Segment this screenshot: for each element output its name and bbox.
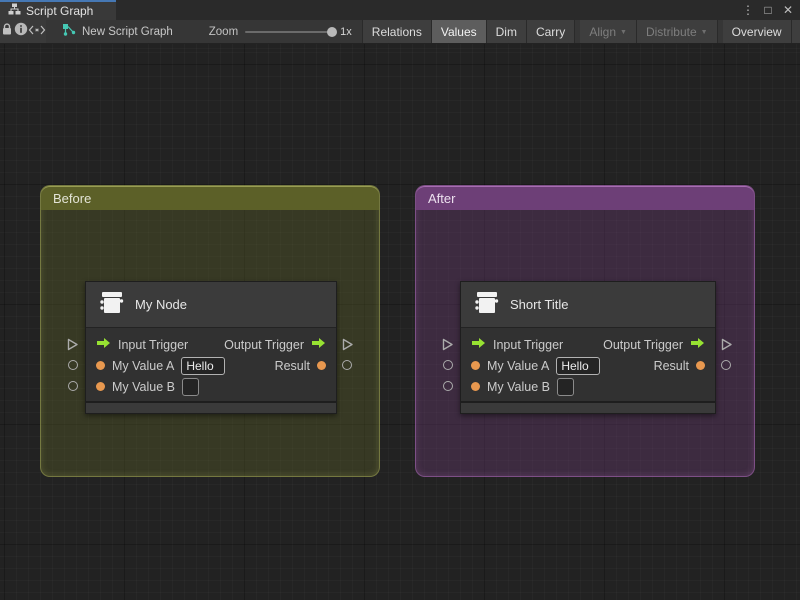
dim-label: Dim: [495, 24, 517, 39]
menu-kebab-icon[interactable]: ⋮: [740, 3, 756, 17]
port-label-value-a: My Value A: [112, 358, 175, 373]
zoom-control: Zoom 1x: [209, 20, 352, 43]
toolbar: New Script Graph Zoom 1x Relations Value…: [0, 20, 800, 44]
port-label-input-trigger: Input Trigger: [118, 337, 189, 352]
fullscreen-button[interactable]: Full Screen: [791, 20, 800, 43]
dim-button[interactable]: Dim: [486, 20, 527, 43]
values-label: Values: [440, 24, 477, 39]
carry-button[interactable]: Carry: [526, 20, 576, 43]
distribute-label: Distribute: [645, 24, 697, 39]
value-b-input[interactable]: [182, 377, 199, 396]
port-label-value-b: My Value B: [112, 379, 175, 394]
code-brackets-icon: [28, 23, 46, 41]
overview-button[interactable]: Overview: [722, 20, 792, 43]
new-script-graph-label: New Script Graph: [82, 25, 173, 38]
external-value-in-port[interactable]: [68, 381, 78, 391]
node-footer: [461, 403, 715, 413]
node-my-node[interactable]: My Node Input Trigger Output Trigger My …: [85, 281, 337, 414]
lock-icon: [0, 22, 14, 41]
node-short-title[interactable]: Short Title Input Trigger Output Trigger: [460, 281, 716, 414]
port-row-triggers: Input Trigger Output Trigger: [86, 334, 336, 355]
node-footer: [86, 403, 336, 413]
relations-label: Relations: [371, 24, 422, 39]
code-view-button[interactable]: [28, 20, 46, 43]
group-before-title: Before: [53, 191, 92, 206]
zoom-slider-handle[interactable]: [327, 26, 338, 37]
window-controls: ⋮ □ ✕: [740, 0, 796, 20]
carry-label: Carry: [535, 24, 566, 39]
node-body: Input Trigger Output Trigger My Value A …: [461, 327, 715, 401]
group-after-header[interactable]: After: [416, 186, 754, 210]
external-value-in-port[interactable]: [443, 381, 453, 391]
relations-button[interactable]: Relations: [362, 20, 432, 43]
node-graph-icon: [62, 23, 76, 41]
graph-hierarchy-icon: [8, 2, 21, 20]
node-title: My Node: [135, 297, 188, 312]
node-body: Input Trigger Output Trigger My Value A …: [86, 327, 336, 401]
port-label-value-b: My Value B: [487, 379, 550, 394]
value-in-port-icon[interactable]: [96, 361, 105, 370]
chevron-down-icon: ▼: [700, 28, 708, 36]
port-label-result: Result: [653, 358, 689, 373]
external-flow-in-port[interactable]: [441, 338, 454, 356]
port-label-result: Result: [274, 358, 310, 373]
zoom-value: 1x: [340, 25, 352, 38]
value-a-input[interactable]: [556, 356, 601, 375]
value-in-port-icon[interactable]: [96, 382, 105, 391]
external-flow-out-port[interactable]: [720, 338, 733, 356]
port-label-output-trigger: Output Trigger: [224, 337, 304, 352]
zoom-slider[interactable]: [245, 26, 338, 37]
value-in-port-icon[interactable]: [471, 382, 480, 391]
align-label: Align: [589, 24, 616, 39]
external-value-in-port[interactable]: [68, 360, 78, 370]
unit-node-icon: [473, 290, 500, 320]
info-icon: [14, 22, 28, 41]
external-value-out-port[interactable]: [721, 360, 731, 370]
flow-out-port-icon[interactable]: [311, 336, 326, 354]
value-out-port-icon[interactable]: [317, 361, 326, 370]
flow-out-port-icon[interactable]: [690, 336, 705, 354]
tab-script-graph[interactable]: Script Graph: [0, 0, 116, 20]
toolbar-toggle-buttons: Relations Values Dim Carry Align ▼ Distri…: [361, 20, 800, 43]
flow-in-port-icon[interactable]: [471, 336, 486, 354]
port-label-output-trigger: Output Trigger: [603, 337, 683, 352]
flow-in-port-icon[interactable]: [96, 336, 111, 354]
tab-bar: Script Graph ⋮ □ ✕: [0, 0, 800, 20]
external-value-in-port[interactable]: [443, 360, 453, 370]
node-header[interactable]: My Node: [86, 282, 336, 327]
external-value-out-port[interactable]: [342, 360, 352, 370]
external-flow-out-port[interactable]: [341, 338, 354, 356]
node-header[interactable]: Short Title: [461, 282, 715, 327]
external-flow-in-port[interactable]: [66, 338, 79, 356]
lock-button[interactable]: [0, 20, 14, 43]
value-out-port-icon[interactable]: [696, 361, 705, 370]
port-label-input-trigger: Input Trigger: [493, 337, 564, 352]
port-row-triggers: Input Trigger Output Trigger: [461, 334, 715, 355]
node-title: Short Title: [510, 297, 569, 312]
tab-label: Script Graph: [26, 4, 94, 18]
port-row-value-b: My Value B: [461, 376, 715, 397]
close-icon[interactable]: ✕: [780, 3, 796, 17]
graph-canvas[interactable]: Before After My Node Input Trigger Outpu…: [0, 44, 800, 600]
port-row-value-b: My Value B: [86, 376, 336, 397]
align-dropdown[interactable]: Align ▼: [580, 20, 637, 43]
unit-node-icon: [98, 290, 125, 320]
value-a-input[interactable]: [181, 356, 226, 375]
port-row-value-a: My Value A Result: [86, 355, 336, 376]
value-b-input[interactable]: [557, 377, 574, 396]
chevron-down-icon: ▼: [620, 28, 627, 36]
port-row-value-a: My Value A Result: [461, 355, 715, 376]
distribute-dropdown[interactable]: Distribute ▼: [636, 20, 718, 43]
values-button[interactable]: Values: [431, 20, 487, 43]
zoom-label: Zoom: [208, 25, 239, 38]
value-in-port-icon[interactable]: [471, 361, 480, 370]
script-graph-window: Script Graph ⋮ □ ✕ New Script Graph Zoom…: [0, 0, 800, 600]
overview-label: Overview: [731, 24, 782, 39]
group-after-title: After: [428, 191, 456, 206]
maximize-icon[interactable]: □: [760, 3, 776, 17]
info-button[interactable]: [14, 20, 28, 43]
new-script-graph-button[interactable]: New Script Graph: [52, 20, 183, 43]
port-label-value-a: My Value A: [487, 358, 550, 373]
group-before-header[interactable]: Before: [41, 186, 379, 210]
